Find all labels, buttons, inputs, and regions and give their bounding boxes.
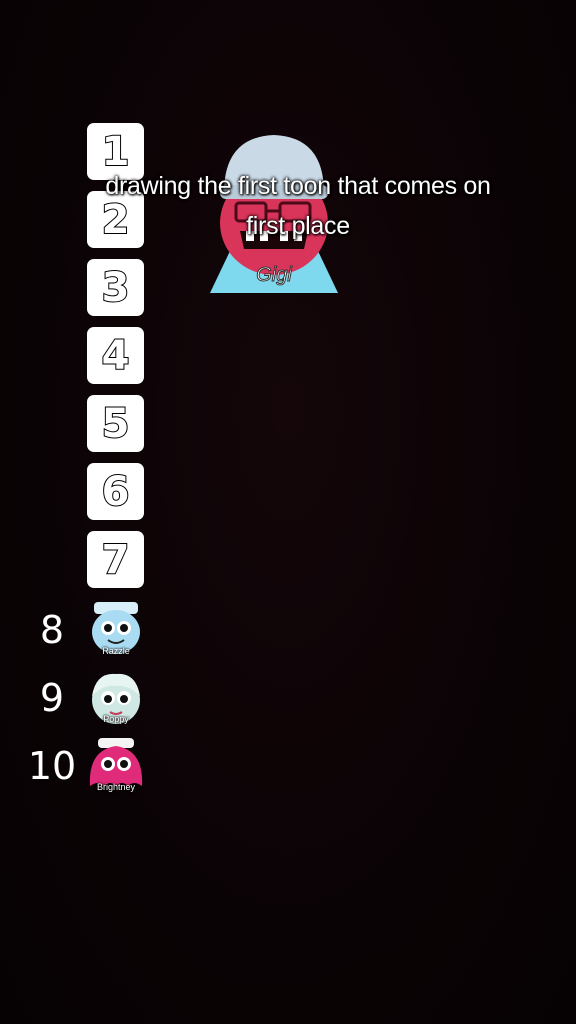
rank-slot-4[interactable]: 4 [87,327,144,384]
rank-label: 4 [101,332,131,380]
rank-label: 5 [101,400,131,448]
rank-label: 3 [101,264,131,312]
featured-toon-name: Gigi [256,264,293,287]
rank-number-9: 9 [39,676,65,720]
rank-label: 6 [101,468,131,516]
toon-name-10: Brightney [96,782,136,792]
rank-label: 7 [101,536,131,584]
rank-slot-5[interactable]: 5 [87,395,144,452]
rank-slot-6[interactable]: 6 [87,463,144,520]
toon-name-9: Poppy [103,714,129,724]
video-caption: drawing the first toon that comes on fir… [40,166,556,246]
rank-number-8: 8 [39,608,65,652]
caption-line-2: first place [246,212,350,240]
rank-number-10: 10 [27,744,77,788]
toon-name-8: Razzle [102,646,130,656]
rank-slot-3[interactable]: 3 [87,259,144,316]
caption-line-1: drawing the first toon that comes on [105,172,491,200]
rank-slot-7[interactable]: 7 [87,531,144,588]
